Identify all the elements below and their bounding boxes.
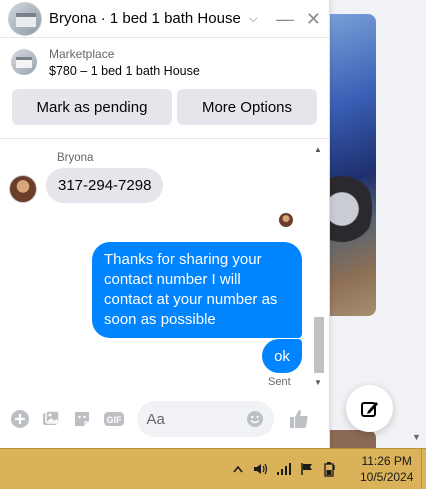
- conversation-avatar[interactable]: [8, 1, 42, 36]
- show-hidden-icons-icon[interactable]: [230, 461, 246, 477]
- emoji-icon[interactable]: [246, 410, 264, 428]
- svg-text:GIF: GIF: [106, 415, 122, 425]
- scroll-up-icon[interactable]: ▲: [314, 145, 322, 154]
- clock-time: 11:26 PM: [361, 454, 412, 468]
- listing-summary[interactable]: Marketplace $780 – 1 bed 1 bath House: [0, 38, 329, 86]
- image-icon[interactable]: [41, 408, 62, 430]
- scrollbar-thumb[interactable]: [314, 317, 324, 373]
- volume-icon[interactable]: [253, 461, 269, 477]
- outgoing-message[interactable]: ok: [262, 339, 302, 373]
- chat-header: Bryona · 1 bed 1 bath House ⌵ — ✕: [0, 0, 329, 38]
- plus-circle-icon[interactable]: [10, 408, 31, 430]
- conversation-title[interactable]: Bryona · 1 bed 1 bath House: [49, 10, 241, 27]
- new-message-button[interactable]: [346, 385, 393, 432]
- sender-avatar[interactable]: [9, 175, 37, 203]
- action-center-flag-icon[interactable]: [299, 461, 315, 477]
- message-input-placeholder: Aa: [146, 410, 165, 428]
- listing-photo[interactable]: [322, 14, 376, 316]
- windows-taskbar: 11:26 PM 10/5/2024: [0, 448, 426, 489]
- message-composer: GIF Aa: [0, 398, 330, 440]
- listing-thumbnail: [11, 49, 37, 75]
- like-icon[interactable]: [288, 408, 310, 430]
- incoming-message[interactable]: 317-294-7298: [46, 168, 164, 203]
- message-scrollbar[interactable]: ▲ ▼: [312, 139, 326, 391]
- mark-as-pending-button[interactable]: Mark as pending: [12, 89, 172, 125]
- compose-icon: [360, 401, 378, 417]
- listing-price-title: $780 – 1 bed 1 bath House: [49, 63, 200, 78]
- sticker-icon[interactable]: [72, 408, 93, 430]
- read-receipt-avatar: [279, 213, 293, 227]
- show-desktop-button[interactable]: [421, 449, 426, 489]
- scroll-down-icon[interactable]: ▼: [412, 432, 421, 442]
- listing-photo-2[interactable]: [322, 430, 376, 448]
- chat-window: Bryona · 1 bed 1 bath House ⌵ — ✕ Market…: [0, 0, 330, 448]
- sender-name: Bryona: [57, 152, 94, 164]
- scroll-down-icon[interactable]: ▼: [314, 378, 322, 387]
- minimize-icon[interactable]: —: [276, 10, 294, 28]
- network-icon[interactable]: [276, 461, 292, 477]
- chevron-down-icon[interactable]: ⌵: [249, 11, 258, 26]
- gif-icon[interactable]: GIF: [103, 408, 125, 430]
- listing-category: Marketplace: [49, 46, 115, 61]
- more-options-button[interactable]: More Options: [177, 89, 317, 125]
- clock-date: 10/5/2024: [360, 470, 414, 484]
- taskbar-clock[interactable]: 11:26 PM 10/5/2024: [360, 453, 413, 485]
- message-status: Sent: [268, 376, 291, 388]
- close-icon[interactable]: ✕: [306, 10, 321, 28]
- outgoing-message[interactable]: Thanks for sharing your contact number I…: [92, 242, 302, 338]
- message-list[interactable]: Bryona 317-294-7298 Thanks for sharing y…: [0, 138, 330, 390]
- message-input[interactable]: Aa: [136, 401, 274, 437]
- system-tray: [230, 461, 338, 477]
- battery-icon[interactable]: [322, 461, 338, 477]
